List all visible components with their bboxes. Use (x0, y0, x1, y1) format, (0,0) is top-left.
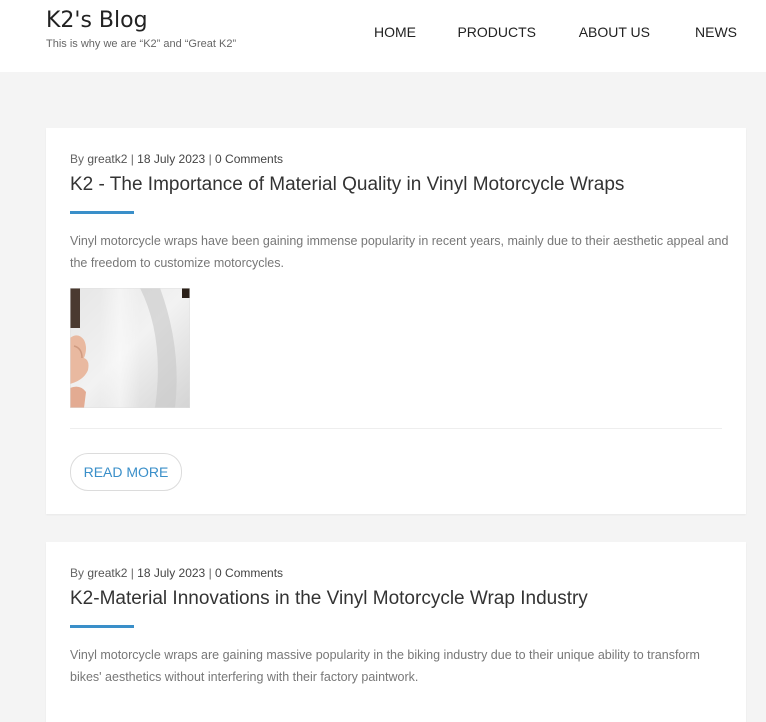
post-thumbnail[interactable] (70, 288, 190, 408)
post-date: 18 July 2023 (137, 566, 206, 580)
post-excerpt: Vinyl motorcycle wraps have been gaining… (70, 234, 729, 270)
nav-item-about-us[interactable]: ABOUT US (579, 24, 650, 40)
post-meta: By greatk2 | 18 July 2023 | 0 Comments (70, 566, 283, 580)
title-underline (70, 211, 134, 214)
comments-link[interactable]: 0 Comments (215, 566, 283, 580)
site-header: K2's Blog This is why we are “K2” and “G… (0, 0, 766, 72)
post-divider (70, 428, 722, 429)
nav-item-home[interactable]: HOME (374, 24, 416, 40)
post-date: 18 July 2023 (137, 152, 206, 166)
author-link[interactable]: greatk2 (87, 152, 127, 166)
post-card: By greatk2 | 18 July 2023 | 0 Comments K… (46, 542, 746, 722)
meta-author-prefix: By (70, 566, 88, 580)
nav-item-news[interactable]: NEWS (695, 24, 737, 40)
site-title[interactable]: K2's Blog (46, 8, 148, 33)
meta-separator: | (127, 152, 138, 166)
post-title[interactable]: K2 - The Importance of Material Quality … (70, 174, 624, 196)
title-underline (70, 625, 134, 628)
read-more-button[interactable]: READ MORE (70, 453, 182, 491)
meta-separator: | (127, 566, 138, 580)
post-title[interactable]: K2-Material Innovations in the Vinyl Mot… (70, 588, 588, 610)
site-tagline: This is why we are “K2” and “Great K2” (46, 38, 237, 50)
nav-item-products[interactable]: PRODUCTS (457, 24, 536, 40)
post-card: By greatk2 | 18 July 2023 | 0 Comments K… (46, 128, 746, 514)
meta-author-prefix: By (70, 152, 88, 166)
post-meta: By greatk2 | 18 July 2023 | 0 Comments (70, 152, 283, 166)
vinyl-film-image (70, 288, 190, 408)
comments-link[interactable]: 0 Comments (215, 152, 283, 166)
meta-separator: | (205, 566, 216, 580)
post-excerpt: Vinyl motorcycle wraps are gaining massi… (70, 648, 700, 684)
meta-separator: | (205, 152, 216, 166)
author-link[interactable]: greatk2 (87, 566, 127, 580)
